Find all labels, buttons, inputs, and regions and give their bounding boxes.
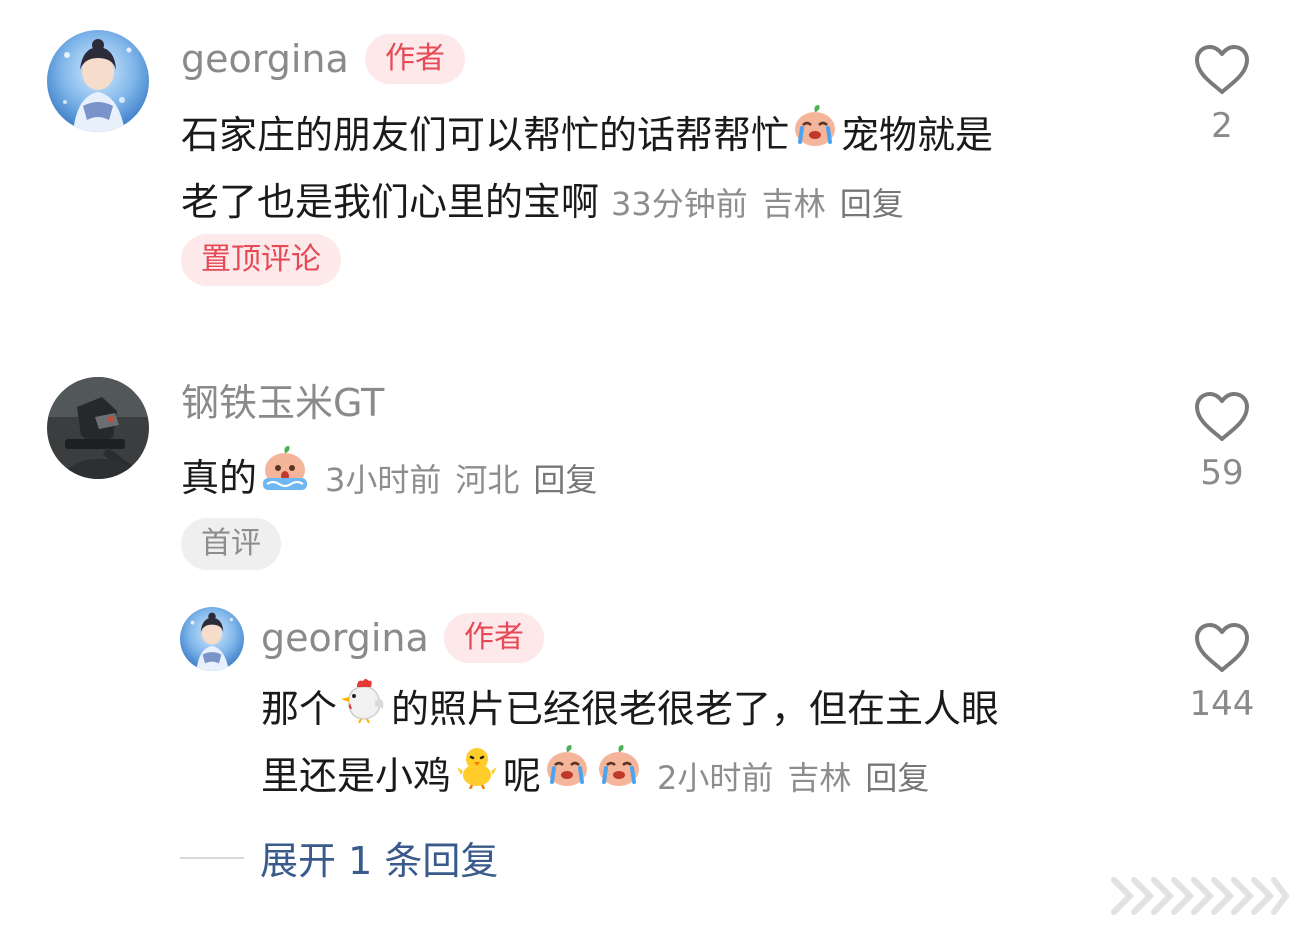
scared-crying-face-emoji xyxy=(259,444,311,510)
crying-face-emoji xyxy=(543,741,591,807)
first-comment-tag: 首评 xyxy=(181,518,281,570)
reply-meta: 2小时前 吉林 回复 xyxy=(657,759,943,797)
comment-time: 3小时前 xyxy=(325,461,442,499)
comment-username[interactable]: georgina xyxy=(181,40,349,78)
comment-text-part: 石家庄的朋友们可以帮忙的话帮帮忙 xyxy=(181,113,790,157)
comment-text-part: 宠物就是 xyxy=(841,113,994,157)
reply-text: 那个 的照片已经很老很老了，但在主人眼 里还是小鸡 呢 2小时前 吉林 回复 xyxy=(261,678,999,811)
reply-text-part: 呢 xyxy=(503,753,542,798)
author-badge: 作者 xyxy=(444,613,544,663)
like-button[interactable]: 59 xyxy=(1177,391,1267,493)
crying-face-emoji xyxy=(791,101,839,167)
avatar[interactable] xyxy=(47,30,149,132)
reply-text-part: 里还是小鸡 xyxy=(261,753,452,798)
reply-username[interactable]: georgina xyxy=(261,619,429,657)
comment-list: georgina 作者 石家庄的朋友们可以帮忙的话帮帮忙 宠物就是 老了也是我们心… xyxy=(0,0,1300,927)
like-count: 2 xyxy=(1211,106,1233,146)
reply-text-part: 那个 xyxy=(261,687,338,731)
comment-location: 吉林 xyxy=(761,184,826,223)
reply-location: 吉林 xyxy=(787,758,852,797)
heart-outline-icon xyxy=(1195,392,1249,441)
weibo-watermark-icon xyxy=(1108,876,1290,916)
like-button[interactable]: 144 xyxy=(1177,622,1267,724)
reply-text-part: 的照片已经很老很老了，但在主人眼 xyxy=(391,687,1000,731)
reply-button[interactable]: 回复 xyxy=(865,759,929,797)
heart-outline-icon xyxy=(1195,623,1249,672)
expand-replies-label: 展开 1 条回复 xyxy=(260,839,499,883)
comment-meta: 3小时前 河北 回复 xyxy=(325,461,611,499)
comment-username[interactable]: 钢铁玉米GT xyxy=(181,384,384,422)
comment-text-part: 老了也是我们心里的宝啊 xyxy=(181,179,600,224)
like-button[interactable]: 2 xyxy=(1177,44,1267,146)
crying-face-emoji xyxy=(595,741,643,807)
comment-time: 33分钟前 xyxy=(611,184,748,223)
comment-text: 真的 3小时前 河北 回复 xyxy=(181,444,611,514)
reply-button[interactable]: 回复 xyxy=(533,461,597,499)
comment-meta: 33分钟前 吉林 回复 xyxy=(611,185,918,223)
avatar[interactable] xyxy=(180,607,244,671)
like-count: 144 xyxy=(1189,684,1255,724)
expand-divider xyxy=(180,856,244,859)
reply-time: 2小时前 xyxy=(657,758,774,797)
comment-text-part: 真的 xyxy=(181,456,258,500)
expand-replies-button[interactable]: 展开 1 条回复 xyxy=(180,830,498,885)
comment-location: 河北 xyxy=(455,461,520,499)
chick-emoji xyxy=(453,741,501,807)
like-count: 59 xyxy=(1200,453,1244,493)
comment-text: 石家庄的朋友们可以帮忙的话帮帮忙 宠物就是 老了也是我们心里的宝啊 33分钟前 吉林回… xyxy=(181,104,993,235)
pinned-comment-tag: 置顶评论 xyxy=(181,234,341,286)
rooster-emoji xyxy=(339,675,389,741)
author-badge: 作者 xyxy=(365,34,465,84)
reply-button[interactable]: 回复 xyxy=(840,185,904,223)
avatar[interactable] xyxy=(47,377,149,479)
heart-outline-icon xyxy=(1195,45,1249,94)
